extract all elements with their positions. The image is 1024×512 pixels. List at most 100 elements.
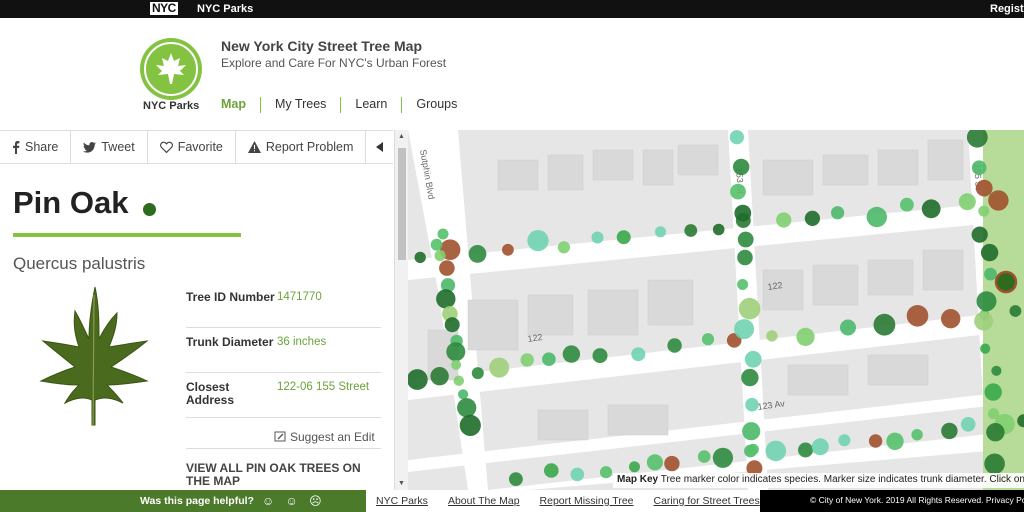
scroll-down-icon[interactable]: ▼ bbox=[398, 480, 405, 487]
tree-marker[interactable] bbox=[838, 434, 851, 447]
report-problem-button[interactable]: Report Problem bbox=[236, 131, 367, 163]
tree-marker[interactable] bbox=[712, 223, 725, 236]
tree-marker[interactable] bbox=[737, 231, 754, 248]
scroll-up-icon[interactable]: ▲ bbox=[398, 133, 405, 140]
footer-link-report-missing[interactable]: Report Missing Tree bbox=[540, 495, 634, 507]
tree-marker[interactable] bbox=[457, 398, 477, 418]
tree-marker[interactable] bbox=[591, 231, 604, 244]
tree-marker[interactable] bbox=[527, 230, 549, 252]
footer-link-nyc-parks[interactable]: NYC Parks bbox=[376, 495, 428, 507]
feedback-faces-icons[interactable]: ☺ ☺ ☹ bbox=[262, 494, 326, 508]
nav-learn[interactable]: Learn bbox=[355, 97, 387, 113]
tree-marker[interactable] bbox=[684, 224, 698, 237]
scrollbar-thumb[interactable] bbox=[398, 148, 406, 260]
tree-marker[interactable] bbox=[976, 291, 997, 312]
tree-marker[interactable] bbox=[734, 204, 752, 222]
nyc-parks-link[interactable]: NYC Parks bbox=[197, 3, 253, 15]
tree-marker[interactable] bbox=[798, 442, 813, 458]
tree-marker[interactable] bbox=[900, 197, 914, 212]
tree-marker[interactable] bbox=[991, 365, 1002, 376]
tree-marker[interactable] bbox=[765, 440, 787, 462]
tree-marker[interactable] bbox=[978, 205, 990, 217]
tree-marker[interactable] bbox=[542, 352, 556, 366]
tree-marker[interactable] bbox=[664, 455, 680, 472]
nav-groups[interactable]: Groups bbox=[416, 97, 457, 113]
view-all-link[interactable]: VIEW ALL PIN OAK TREES ON THE MAP bbox=[186, 462, 376, 488]
tree-marker[interactable] bbox=[986, 423, 1005, 442]
nyc-parks-leaf-logo[interactable] bbox=[140, 38, 202, 100]
tree-marker[interactable] bbox=[738, 297, 761, 320]
tree-marker[interactable] bbox=[737, 279, 749, 290]
tree-marker[interactable] bbox=[840, 319, 856, 336]
tree-marker[interactable] bbox=[414, 251, 426, 264]
tree-marker[interactable] bbox=[439, 260, 455, 276]
tree-marker[interactable] bbox=[430, 238, 443, 251]
tree-marker[interactable] bbox=[737, 249, 753, 266]
tree-marker[interactable] bbox=[734, 319, 755, 340]
nav-my-trees[interactable]: My Trees bbox=[275, 97, 326, 113]
tree-marker[interactable] bbox=[831, 206, 845, 220]
tree-marker[interactable] bbox=[971, 160, 987, 175]
tree-marker[interactable] bbox=[437, 228, 449, 240]
tree-marker[interactable] bbox=[451, 359, 462, 370]
tree-marker[interactable] bbox=[730, 183, 746, 200]
tree-marker[interactable] bbox=[502, 243, 514, 256]
tree-marker[interactable] bbox=[697, 450, 711, 463]
tree-marker[interactable] bbox=[958, 193, 976, 211]
favorite-button[interactable]: Favorite bbox=[148, 131, 236, 163]
tree-marker[interactable] bbox=[446, 342, 466, 362]
tree-marker[interactable] bbox=[971, 226, 988, 243]
tree-marker[interactable] bbox=[987, 408, 1000, 420]
tree-marker[interactable] bbox=[980, 343, 991, 354]
tree-marker[interactable] bbox=[975, 179, 993, 197]
tree-marker[interactable] bbox=[866, 206, 887, 228]
panel-scrollbar[interactable]: ▲ ▼ bbox=[394, 130, 408, 490]
tree-marker[interactable] bbox=[599, 466, 613, 479]
tree-marker[interactable] bbox=[655, 226, 666, 238]
tree-marker[interactable] bbox=[509, 472, 523, 486]
tree-marker[interactable] bbox=[729, 130, 744, 145]
tree-marker[interactable] bbox=[544, 463, 559, 478]
tree-marker[interactable] bbox=[886, 432, 904, 450]
tree-marker[interactable] bbox=[811, 438, 829, 456]
tree-marker[interactable] bbox=[766, 330, 778, 342]
tree-marker[interactable] bbox=[468, 245, 487, 263]
tree-marker[interactable] bbox=[453, 375, 464, 386]
selected-tree-marker[interactable] bbox=[994, 270, 1018, 294]
tree-marker[interactable] bbox=[629, 461, 640, 473]
share-button[interactable]: Share bbox=[0, 131, 72, 163]
tree-marker[interactable] bbox=[520, 353, 534, 367]
tree-marker[interactable] bbox=[984, 453, 1005, 475]
tree-marker[interactable] bbox=[733, 158, 750, 176]
suggest-edit-link[interactable]: Suggest an Edit bbox=[274, 430, 375, 444]
nav-map[interactable]: Map bbox=[221, 97, 246, 113]
tree-marker[interactable] bbox=[744, 350, 762, 368]
tree-marker[interactable] bbox=[911, 429, 923, 441]
tree-marker[interactable] bbox=[712, 447, 733, 468]
tree-marker[interactable] bbox=[701, 333, 715, 346]
tree-marker[interactable] bbox=[459, 414, 481, 436]
tree-marker[interactable] bbox=[745, 397, 759, 412]
tree-marker[interactable] bbox=[471, 367, 484, 380]
tree-marker[interactable] bbox=[557, 241, 570, 254]
tree-marker[interactable] bbox=[980, 243, 999, 262]
tree-marker[interactable] bbox=[868, 434, 883, 448]
tree-marker[interactable] bbox=[570, 467, 585, 482]
tree-marker[interactable] bbox=[592, 348, 608, 364]
tree-marker[interactable] bbox=[984, 383, 1002, 401]
tree-marker[interactable] bbox=[974, 311, 994, 331]
tree-marker[interactable] bbox=[430, 367, 449, 386]
tree-marker[interactable] bbox=[988, 190, 1009, 211]
tree-marker[interactable] bbox=[747, 443, 759, 456]
tree-marker[interactable] bbox=[1009, 305, 1022, 317]
tree-marker[interactable] bbox=[796, 327, 815, 346]
tree-map[interactable]: Sutphin Blvd 153 St 155 St 122 122 123 A… bbox=[408, 130, 1024, 490]
tree-marker[interactable] bbox=[941, 422, 958, 440]
tree-marker[interactable] bbox=[960, 417, 976, 432]
tree-marker[interactable] bbox=[667, 338, 682, 353]
tree-marker[interactable] bbox=[906, 305, 929, 327]
footer-link-about-map[interactable]: About The Map bbox=[448, 495, 520, 507]
tree-marker[interactable] bbox=[742, 422, 761, 441]
tree-marker[interactable] bbox=[984, 267, 997, 281]
tree-marker[interactable] bbox=[489, 357, 510, 378]
